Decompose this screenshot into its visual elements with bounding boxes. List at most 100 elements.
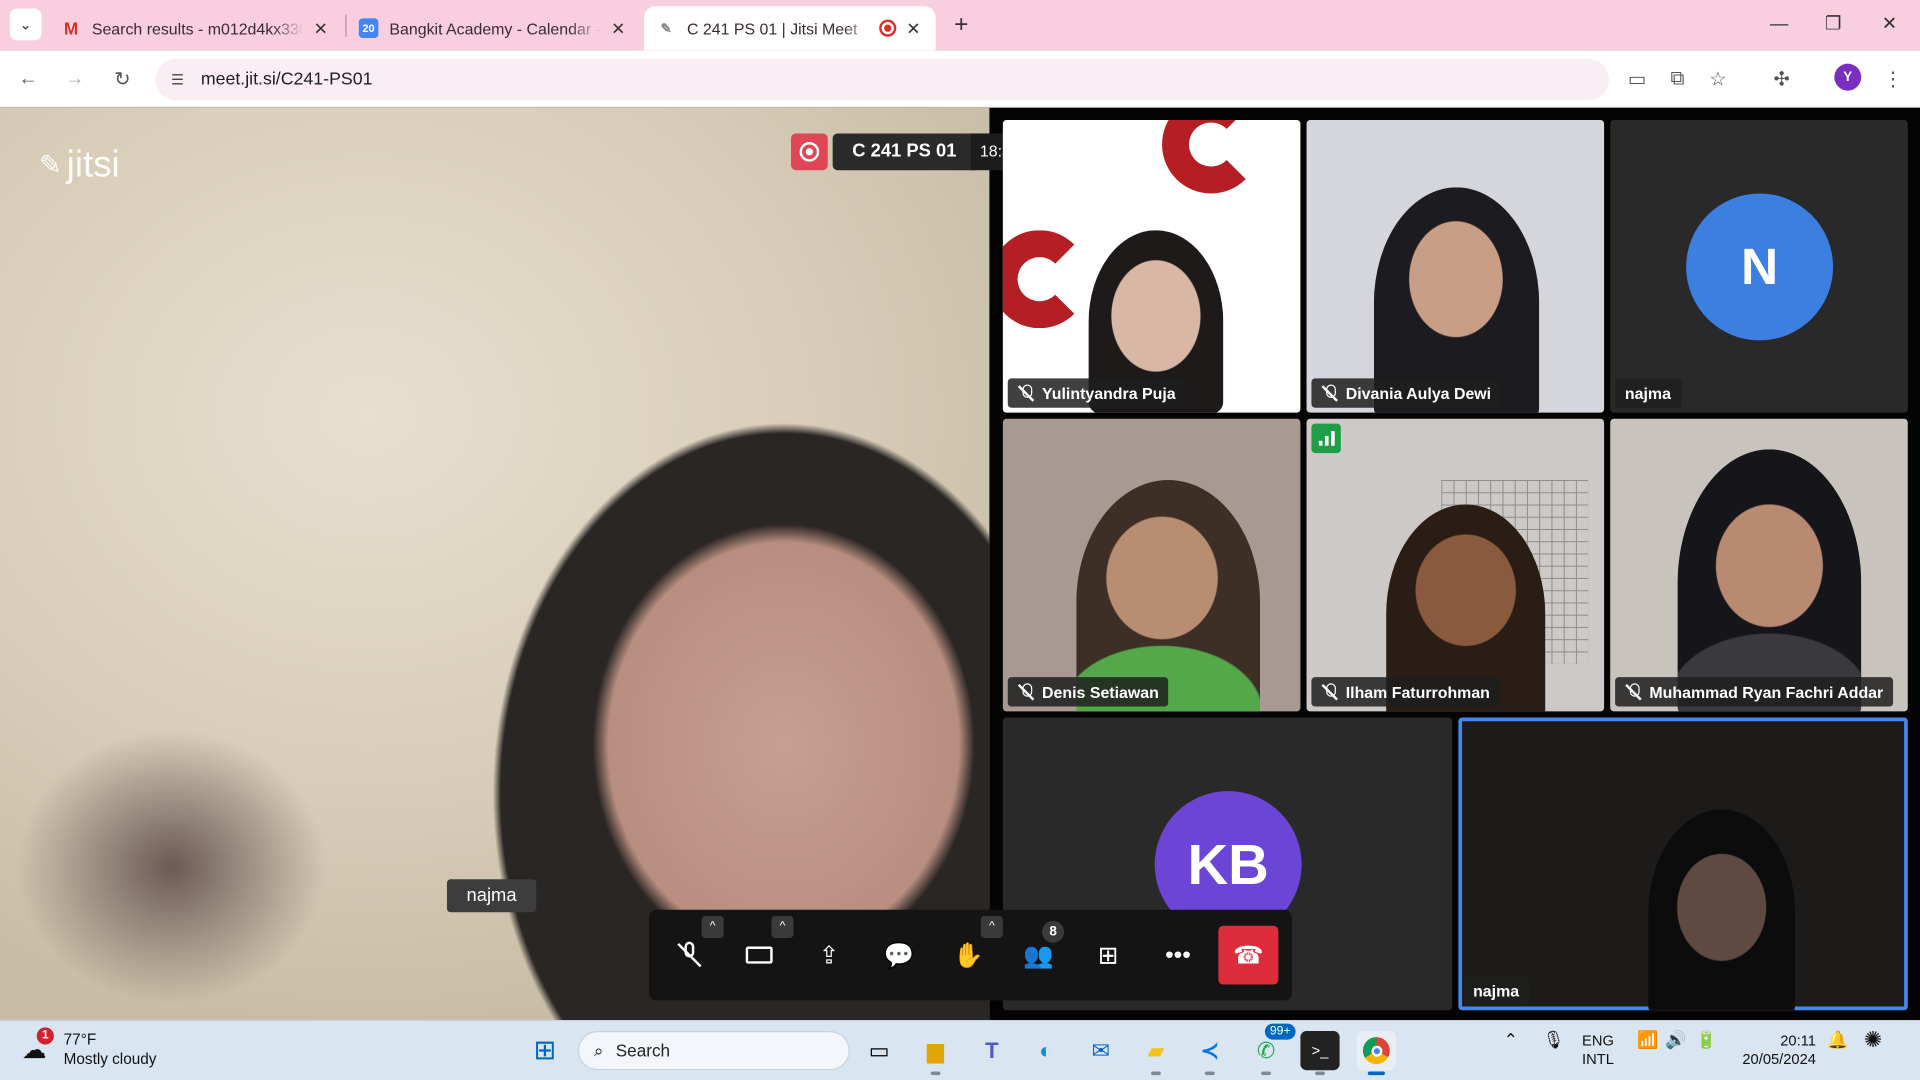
jitsi-logo: ✎ jitsi	[39, 144, 120, 185]
new-tab-button[interactable]: +	[947, 10, 976, 39]
chrome-icon[interactable]	[1356, 1031, 1396, 1076]
close-window-button[interactable]: ✕	[1861, 7, 1917, 41]
microphone-tray-icon[interactable]: 🎙	[1543, 1030, 1565, 1049]
mic-muted-icon	[1625, 683, 1642, 700]
participant-name-label: najma	[1615, 378, 1681, 408]
weather-alert-badge: 1	[36, 1027, 54, 1045]
teams-icon[interactable]: T	[972, 1031, 1011, 1070]
raise-hand-button[interactable]: ✋ ^	[939, 915, 1003, 985]
jitsi-icon: ✎	[660, 21, 672, 37]
chrome-menu-icon[interactable]: ⋮	[1875, 61, 1912, 98]
tab-title: Search results - m012d4kx3306	[91, 18, 304, 38]
mic-muted-icon	[1018, 384, 1035, 401]
back-button[interactable]: ←	[10, 61, 47, 98]
clock[interactable]: 20:11 20/05/2024	[1733, 1032, 1816, 1069]
terminal-icon[interactable]: >_	[1300, 1031, 1340, 1076]
participant-tile[interactable]: Ilham Faturrohman	[1306, 418, 1605, 712]
participant-tile[interactable]: Divania Aulya Dewi	[1306, 120, 1605, 413]
tab-title: C 241 PS 01 | Jitsi Meet	[686, 18, 858, 38]
browser-tab-strip: ⌄ M Search results - m012d4kx3306 ✕ 20 B…	[0, 0, 1920, 51]
weather-description: Mostly cloudy	[63, 1050, 157, 1068]
close-tab-icon[interactable]: ✕	[311, 18, 331, 39]
gmail-icon: M	[63, 18, 79, 38]
participants-icon: 👥	[1023, 942, 1054, 970]
task-view-icon[interactable]: ▭	[860, 1031, 899, 1070]
participant-name-label: Yulintyandra Puja	[1007, 378, 1186, 408]
tab-search-button[interactable]: ⌄	[9, 8, 42, 41]
site-info-icon[interactable]: ☰	[167, 69, 189, 91]
camera-icon	[745, 946, 773, 964]
more-icon: •••	[1165, 941, 1191, 968]
profile-avatar[interactable]: Y	[1834, 63, 1862, 91]
camera-in-use-icon[interactable]: ▭	[1619, 61, 1656, 98]
edge-icon[interactable]: ◐	[1026, 1031, 1065, 1070]
volume-icon[interactable]: 🔊	[1665, 1030, 1686, 1049]
chat-button[interactable]: 💬	[869, 926, 928, 985]
extensions-icon[interactable]: ✣	[1763, 61, 1800, 98]
screen-share-icon: ⇪	[818, 942, 840, 970]
main-speaker-video[interactable]: ✎ jitsi najma	[0, 107, 990, 1021]
mic-muted-icon	[1018, 683, 1035, 700]
reactions-caret[interactable]: ^	[980, 915, 1003, 938]
battery-icon[interactable]: 🔋	[1696, 1030, 1717, 1049]
camera-button[interactable]: ^	[730, 915, 794, 985]
mic-muted-icon	[677, 941, 702, 969]
meeting-toolbar: ^ ^ ⇪ 💬 ✋ ^ 👥 8 ⊞ ••• ☎	[648, 909, 1292, 1001]
tab-gmail[interactable]: M Search results - m012d4kx3306 ✕	[49, 6, 343, 50]
tab-calendar[interactable]: 20 Bangkit Academy - Calendar - M ✕	[347, 6, 641, 50]
mail-icon[interactable]: ✉	[1081, 1031, 1120, 1070]
self-view-tile[interactable]: najma	[1458, 717, 1908, 1011]
leave-meeting-button[interactable]: ☎	[1218, 925, 1279, 985]
notification-bell-icon[interactable]: 🔔	[1827, 1030, 1848, 1049]
close-tab-icon[interactable]: ✕	[904, 18, 924, 39]
video-settings-caret[interactable]: ^	[771, 915, 794, 938]
restore-button[interactable]: ❐	[1805, 7, 1861, 41]
whatsapp-icon[interactable]: ✆ 99+	[1247, 1023, 1296, 1076]
meeting-area: ✎ jitsi najma C 241 PS 01 18:38 👥 8 ◔ Yu…	[0, 107, 1920, 1021]
forward-button[interactable]: →	[56, 61, 93, 98]
participant-tile[interactable]: N najma	[1610, 120, 1908, 413]
language-indicator[interactable]: ENG INTL	[1582, 1032, 1614, 1069]
participant-tile[interactable]: Denis Setiawan	[1002, 418, 1301, 712]
grid-icon: ⊞	[1097, 942, 1119, 970]
participant-name-label: Denis Setiawan	[1007, 677, 1169, 707]
close-tab-icon[interactable]: ✕	[609, 18, 629, 39]
participant-name-label: Muhammad Ryan Fachri Addar	[1615, 677, 1894, 707]
reload-button[interactable]: ↻	[104, 61, 141, 98]
participant-video	[1677, 449, 1862, 712]
taskbar-search[interactable]: ⌕ Search	[577, 1031, 850, 1071]
room-title: C 241 PS 01	[832, 133, 977, 171]
chat-icon: 💬	[883, 942, 915, 970]
copilot-icon[interactable]: ✺	[1864, 1029, 1882, 1051]
tile-view-button[interactable]: ⊞	[1079, 926, 1138, 985]
more-actions-button[interactable]: •••	[1149, 926, 1208, 985]
participant-video	[1648, 809, 1796, 1011]
recording-indicator-icon	[879, 19, 897, 37]
screen-share-button[interactable]: ⇪	[800, 926, 859, 985]
connection-indicator-icon[interactable]	[1311, 423, 1341, 454]
participants-button[interactable]: 👥 8	[1009, 920, 1068, 985]
participant-tile[interactable]: Muhammad Ryan Fachri Addar	[1610, 418, 1908, 712]
hand-icon: ✋	[953, 942, 984, 970]
main-speaker-name: najma	[446, 879, 537, 913]
wifi-icon[interactable]: 📶	[1637, 1030, 1658, 1049]
show-hidden-icons[interactable]: ⌃	[1504, 1030, 1518, 1049]
weather-temp: 77°F	[63, 1031, 97, 1049]
minimize-button[interactable]: —	[1751, 7, 1807, 41]
cloud-icon: ☁ 1	[22, 1027, 54, 1064]
sticky-notes-icon[interactable]: ▰	[1136, 1031, 1175, 1076]
weather-widget[interactable]: ☁ 1 77°F Mostly cloudy	[22, 1027, 157, 1069]
install-app-icon[interactable]: ⧉	[1659, 61, 1696, 98]
bookmark-star-icon[interactable]: ☆	[1700, 61, 1737, 98]
vscode-icon[interactable]: ≺	[1190, 1031, 1229, 1076]
audio-settings-caret[interactable]: ^	[701, 915, 724, 938]
participant-name-label: najma	[1463, 975, 1529, 1006]
microphone-button[interactable]: ^	[660, 915, 724, 985]
tab-jitsi[interactable]: ✎ C 241 PS 01 | Jitsi Meet ✕	[644, 6, 936, 51]
address-bar[interactable]: ☰ meet.jit.si/C241-PS01	[155, 58, 1609, 101]
participant-tile[interactable]: Yulintyandra Puja	[1002, 120, 1301, 413]
mic-muted-icon	[1321, 683, 1338, 700]
file-explorer-icon[interactable]: ▆	[916, 1031, 955, 1076]
windows-start-icon[interactable]: ⊞	[525, 1031, 564, 1070]
background-decoration	[1002, 230, 1089, 329]
